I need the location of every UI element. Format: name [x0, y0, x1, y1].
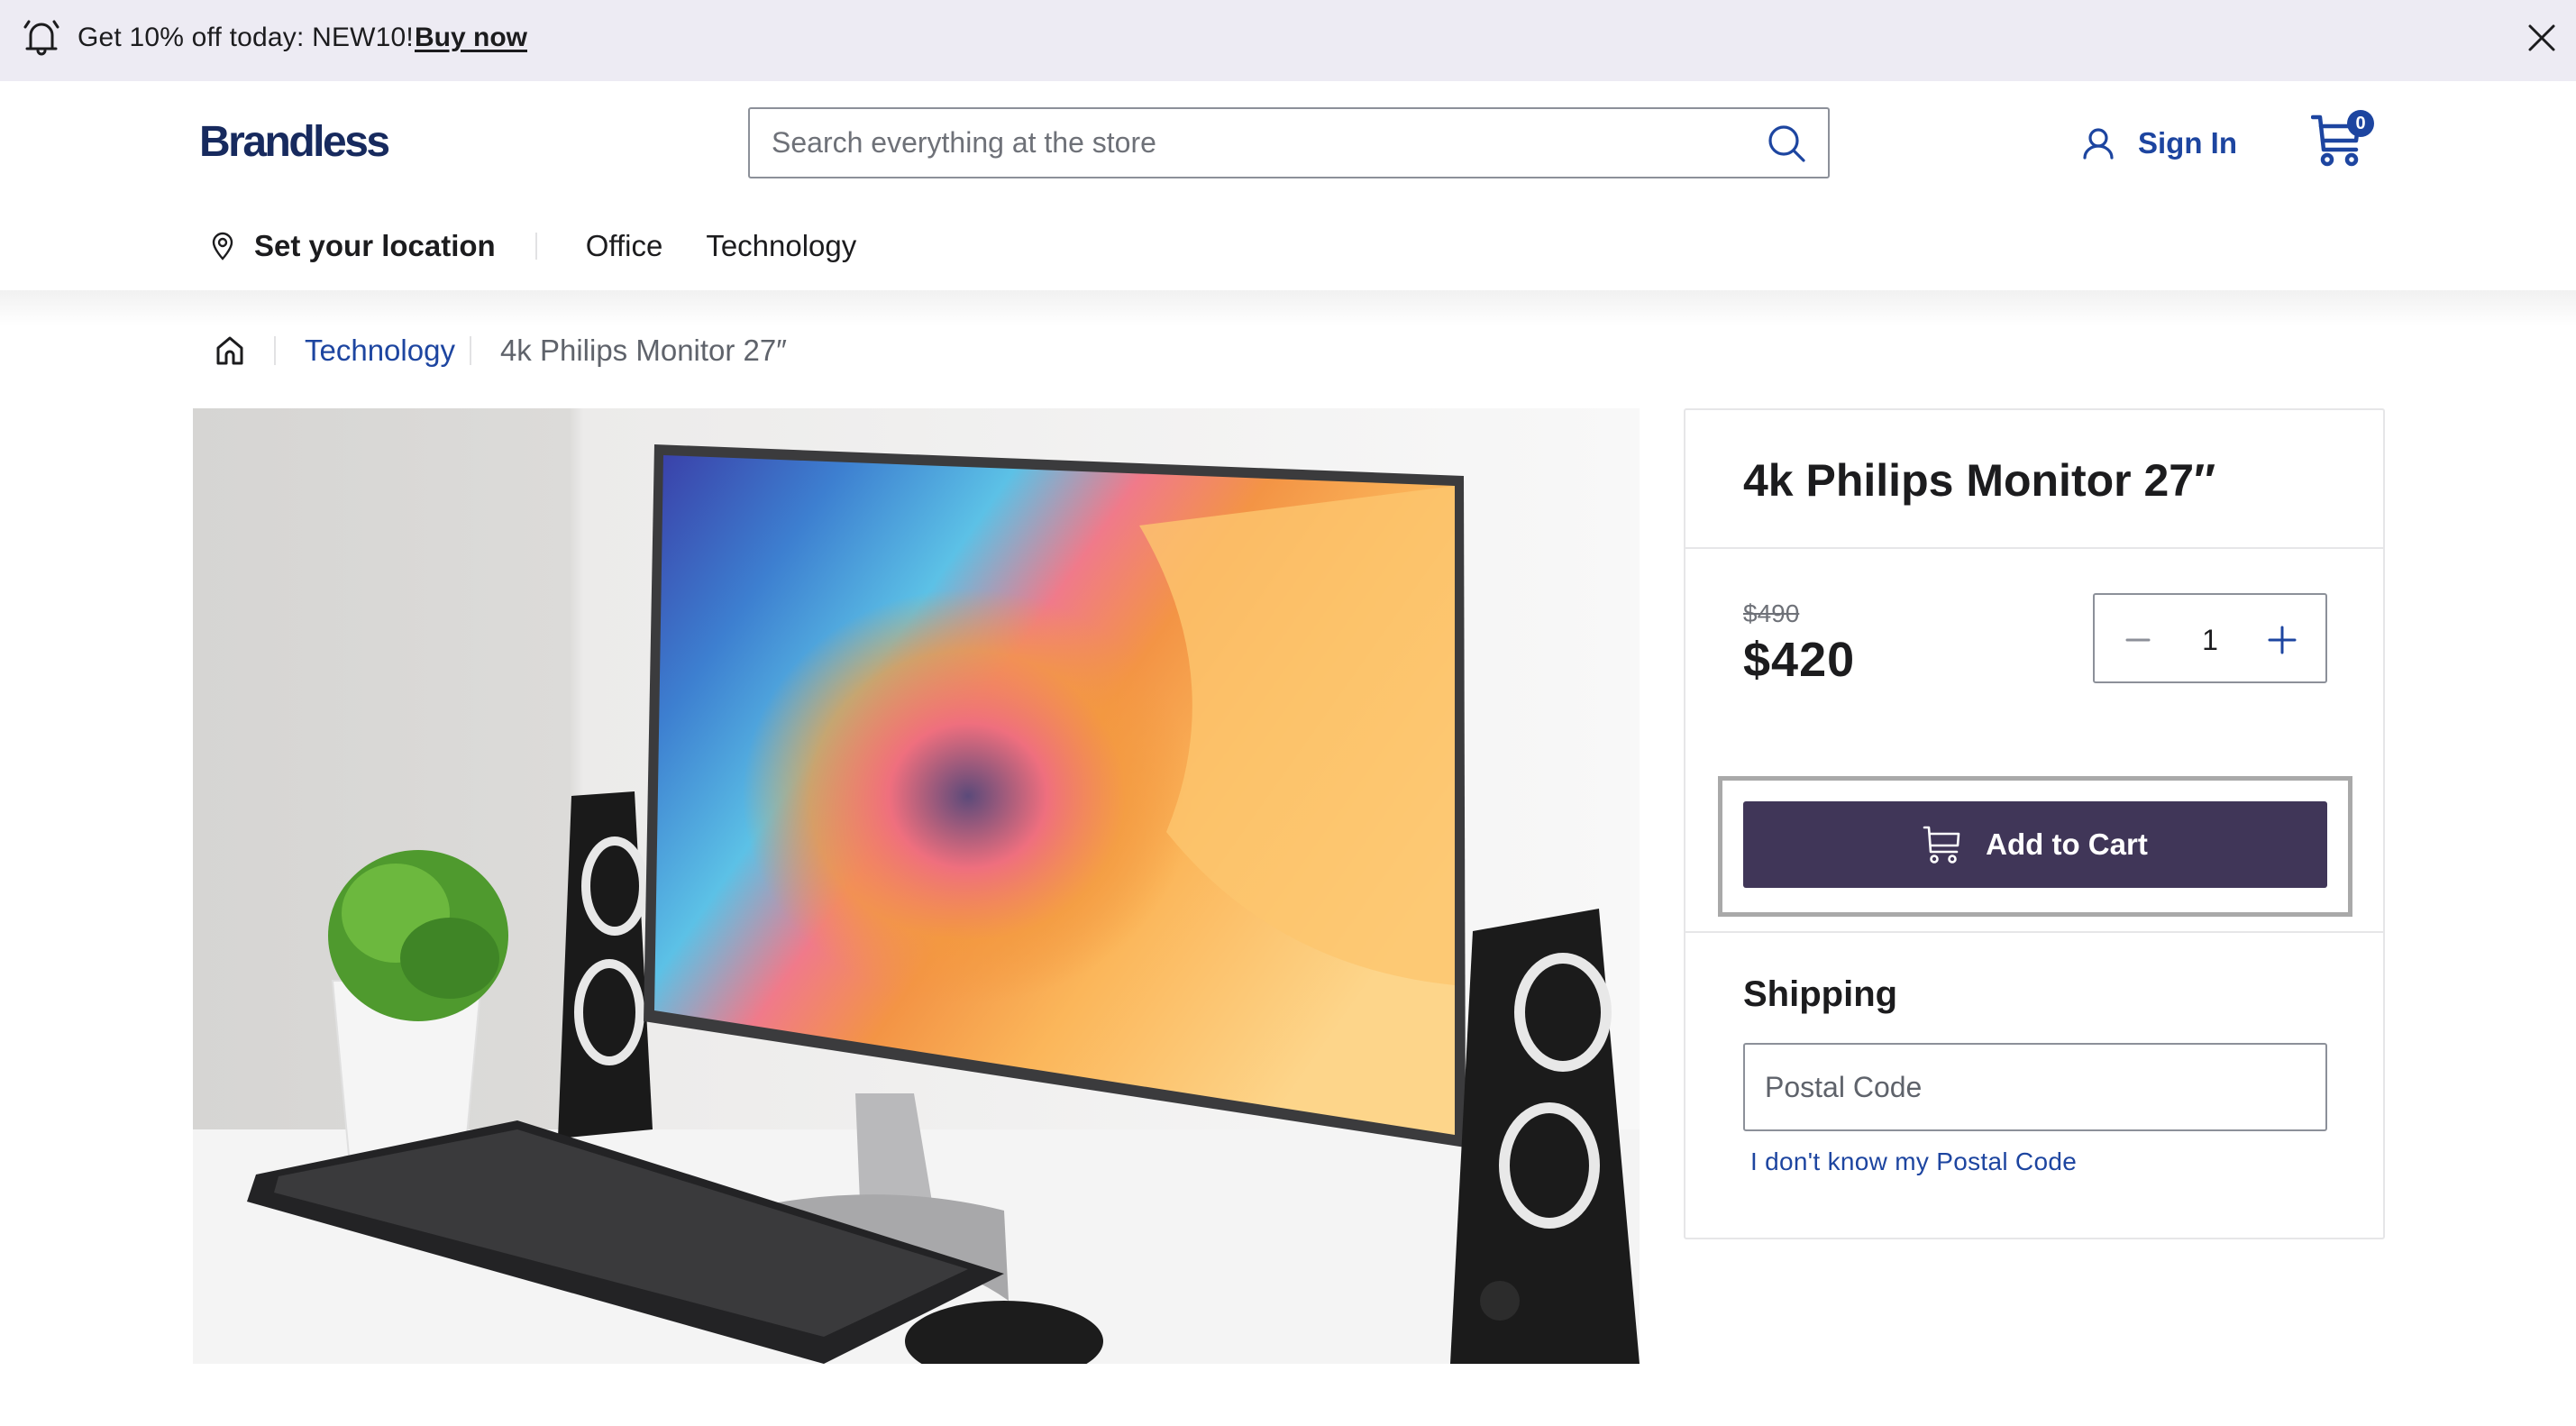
sign-in-button[interactable]: Sign In — [2082, 121, 2237, 166]
panel-divider — [1685, 931, 2383, 933]
postal-code-input[interactable] — [1765, 1045, 2306, 1129]
breadcrumb: Technology 4k Philips Monitor 27″ — [215, 328, 787, 373]
nav-link-office[interactable]: Office — [586, 229, 663, 263]
user-icon — [2083, 128, 2114, 160]
add-to-cart-button[interactable]: Add to Cart — [1743, 801, 2327, 888]
nav-divider — [534, 233, 537, 260]
sale-price: $420 — [1743, 633, 1856, 687]
breadcrumb-current: 4k Philips Monitor 27″ — [499, 334, 787, 367]
product-photo-illustration — [193, 408, 1640, 1364]
original-price: $490 — [1743, 599, 1800, 627]
plus-icon[interactable] — [2257, 615, 2307, 665]
close-icon[interactable] — [2527, 23, 2556, 52]
add-to-cart-label: Add to Cart — [1986, 827, 2148, 861]
breadcrumb-separator — [274, 336, 276, 365]
promo-banner: Get 10% off today: NEW10! Buy now — [0, 0, 2576, 81]
panel-divider — [1685, 547, 2383, 549]
search-bar — [748, 107, 1830, 178]
brand-logo[interactable]: Brandless — [199, 117, 390, 168]
postal-code-field — [1743, 1043, 2327, 1131]
quantity-stepper — [2093, 593, 2327, 683]
sign-in-label: Sign In — [2138, 126, 2237, 160]
unknown-postal-code-link[interactable]: I don't know my Postal Code — [1750, 1147, 2077, 1176]
cart-button[interactable]: 0 — [2311, 108, 2374, 168]
product-image — [193, 408, 1640, 1364]
location-label: Set your location — [254, 229, 496, 262]
cart-icon — [1923, 826, 1960, 864]
breadcrumb-technology[interactable]: Technology — [305, 334, 455, 368]
breadcrumb-separator — [469, 336, 471, 365]
product-panel: 4k Philips Monitor 27″ $490 $420 Add to … — [1684, 408, 2385, 1239]
buy-now-link[interactable]: Buy now — [415, 22, 527, 54]
promo-message: Get 10% off today: NEW10! — [78, 23, 414, 52]
product-title: 4k Philips Monitor 27″ — [1743, 455, 2216, 506]
search-icon[interactable] — [1767, 123, 1806, 163]
shipping-title: Shipping — [1743, 974, 1898, 1014]
quantity-input[interactable] — [2176, 615, 2244, 665]
minus-icon[interactable] — [2113, 615, 2163, 665]
main-nav: Set your location Office Technology — [211, 224, 900, 269]
header-shadow — [0, 290, 2576, 326]
set-location-button[interactable]: Set your location — [211, 229, 496, 263]
nav-link-technology[interactable]: Technology — [706, 229, 856, 263]
home-icon[interactable] — [215, 335, 245, 366]
bell-icon — [23, 20, 59, 56]
cart-count-badge: 0 — [2347, 110, 2374, 137]
search-input[interactable] — [772, 109, 1745, 177]
location-pin-icon — [212, 232, 233, 261]
